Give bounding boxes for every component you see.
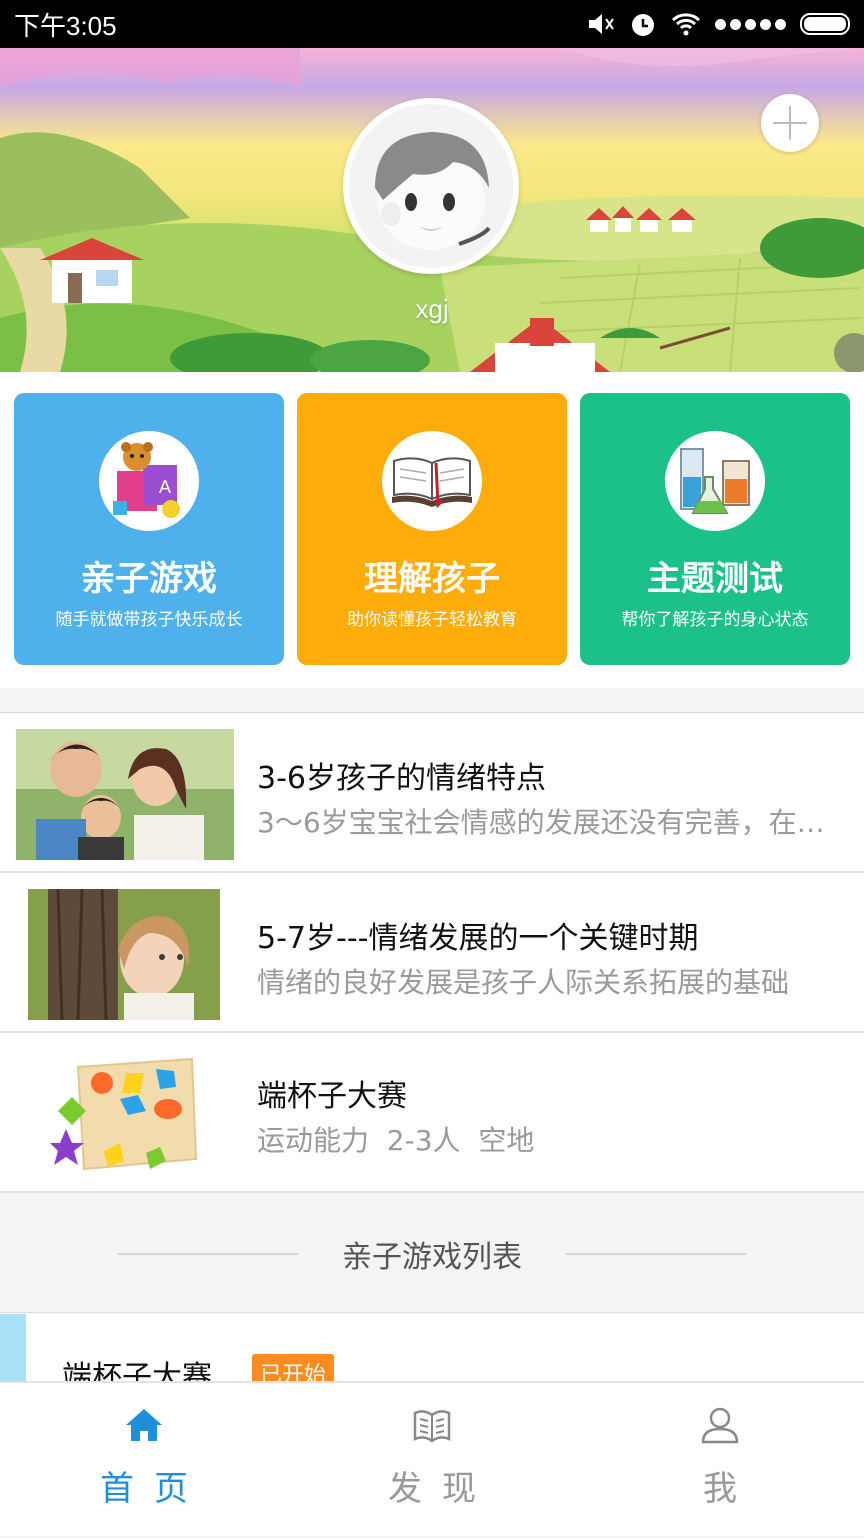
tab-home[interactable]: 首页	[0, 1383, 288, 1538]
user-icon	[701, 1407, 739, 1444]
profile-banner: xgj	[0, 48, 864, 372]
book-icon	[382, 431, 482, 531]
tab-discover[interactable]: 发现	[288, 1383, 576, 1538]
game-title: 端杯子大赛	[62, 1360, 212, 1382]
feature-cards: A 亲子游戏 随手就做带孩子快乐成长 理解孩子 助你读懂孩子轻松教育 主题测试 …	[0, 372, 864, 688]
battery-icon	[800, 13, 850, 35]
card-subtitle: 帮你了解孩子的身心状态	[621, 610, 809, 630]
status-time: 下午3:05	[14, 10, 117, 41]
card-subtitle: 随手就做带孩子快乐成长	[55, 610, 243, 630]
wifi-icon	[671, 13, 701, 36]
article-desc: 3～6岁宝宝社会情感的发展还没有完善，在这个阶段	[257, 806, 847, 839]
svg-text:A: A	[159, 477, 171, 497]
avatar[interactable]	[343, 98, 519, 274]
child-avatar-illustration	[349, 104, 513, 268]
tab-label: 首页	[100, 1469, 208, 1509]
game-title: 端杯子大赛	[257, 1079, 407, 1114]
scroll-corner-indicator	[834, 333, 864, 372]
mute-icon	[589, 14, 614, 34]
bottom-tab-bar: 首页 发现 我	[0, 1381, 864, 1536]
toy-box-icon: A	[99, 431, 199, 531]
status-icons	[587, 10, 850, 38]
shape-puzzle-thumbnail	[50, 1047, 200, 1177]
signal-icon	[715, 18, 786, 30]
section-title: 亲子游戏列表	[342, 1240, 522, 1275]
book-open-icon	[413, 1410, 451, 1443]
game-meta: 运动能力 2-3人 空地	[257, 1124, 535, 1157]
status-bar: 下午3:05	[0, 0, 864, 48]
card-title: 亲子游戏	[81, 559, 217, 599]
tab-label: 我	[703, 1469, 757, 1509]
divider	[566, 1253, 746, 1255]
article-title: 5-7岁---情绪发展的一个关键时期	[257, 921, 699, 956]
list-item[interactable]: 5-7岁---情绪发展的一个关键时期 情绪的良好发展是孩子人际关系拓展的基础	[0, 873, 864, 1033]
alarm-icon	[632, 14, 654, 36]
home-icon	[126, 1409, 162, 1441]
child-photo-thumbnail	[28, 889, 220, 1020]
family-photo-thumbnail	[16, 729, 234, 860]
card-parent-child-games[interactable]: A 亲子游戏 随手就做带孩子快乐成长	[14, 393, 284, 665]
article-title: 3-6岁孩子的情绪特点	[257, 761, 546, 796]
article-list: 3-6岁孩子的情绪特点 3～6岁宝宝社会情感的发展还没有完善，在这个阶段 5-7…	[0, 712, 864, 1193]
card-title: 理解孩子	[364, 559, 500, 599]
card-understand-child[interactable]: 理解孩子 助你读懂孩子轻松教育	[297, 393, 567, 665]
list-item[interactable]: 端杯子大赛 运动能力 2-3人 空地	[0, 1033, 864, 1193]
article-desc: 情绪的良好发展是孩子人际关系拓展的基础	[257, 966, 790, 999]
list-item[interactable]: 3-6岁孩子的情绪特点 3～6岁宝宝社会情感的发展还没有完善，在这个阶段	[0, 713, 864, 873]
username: xgj	[415, 294, 449, 324]
card-theme-test[interactable]: 主题测试 帮你了解孩子的身心状态	[580, 393, 850, 665]
status-badge: 已开始	[252, 1354, 335, 1382]
tab-label: 发现	[388, 1469, 496, 1509]
item-accent-stripe	[0, 1314, 26, 1382]
section-header: 亲子游戏列表	[0, 1196, 864, 1313]
card-title: 主题测试	[647, 559, 783, 599]
tab-me[interactable]: 我	[576, 1383, 864, 1538]
add-button[interactable]	[761, 94, 819, 152]
divider	[118, 1253, 298, 1255]
game-list-item[interactable]: 端杯子大赛 已开始	[0, 1314, 864, 1382]
lab-flask-icon	[665, 431, 765, 531]
card-subtitle: 助你读懂孩子轻松教育	[347, 610, 517, 630]
